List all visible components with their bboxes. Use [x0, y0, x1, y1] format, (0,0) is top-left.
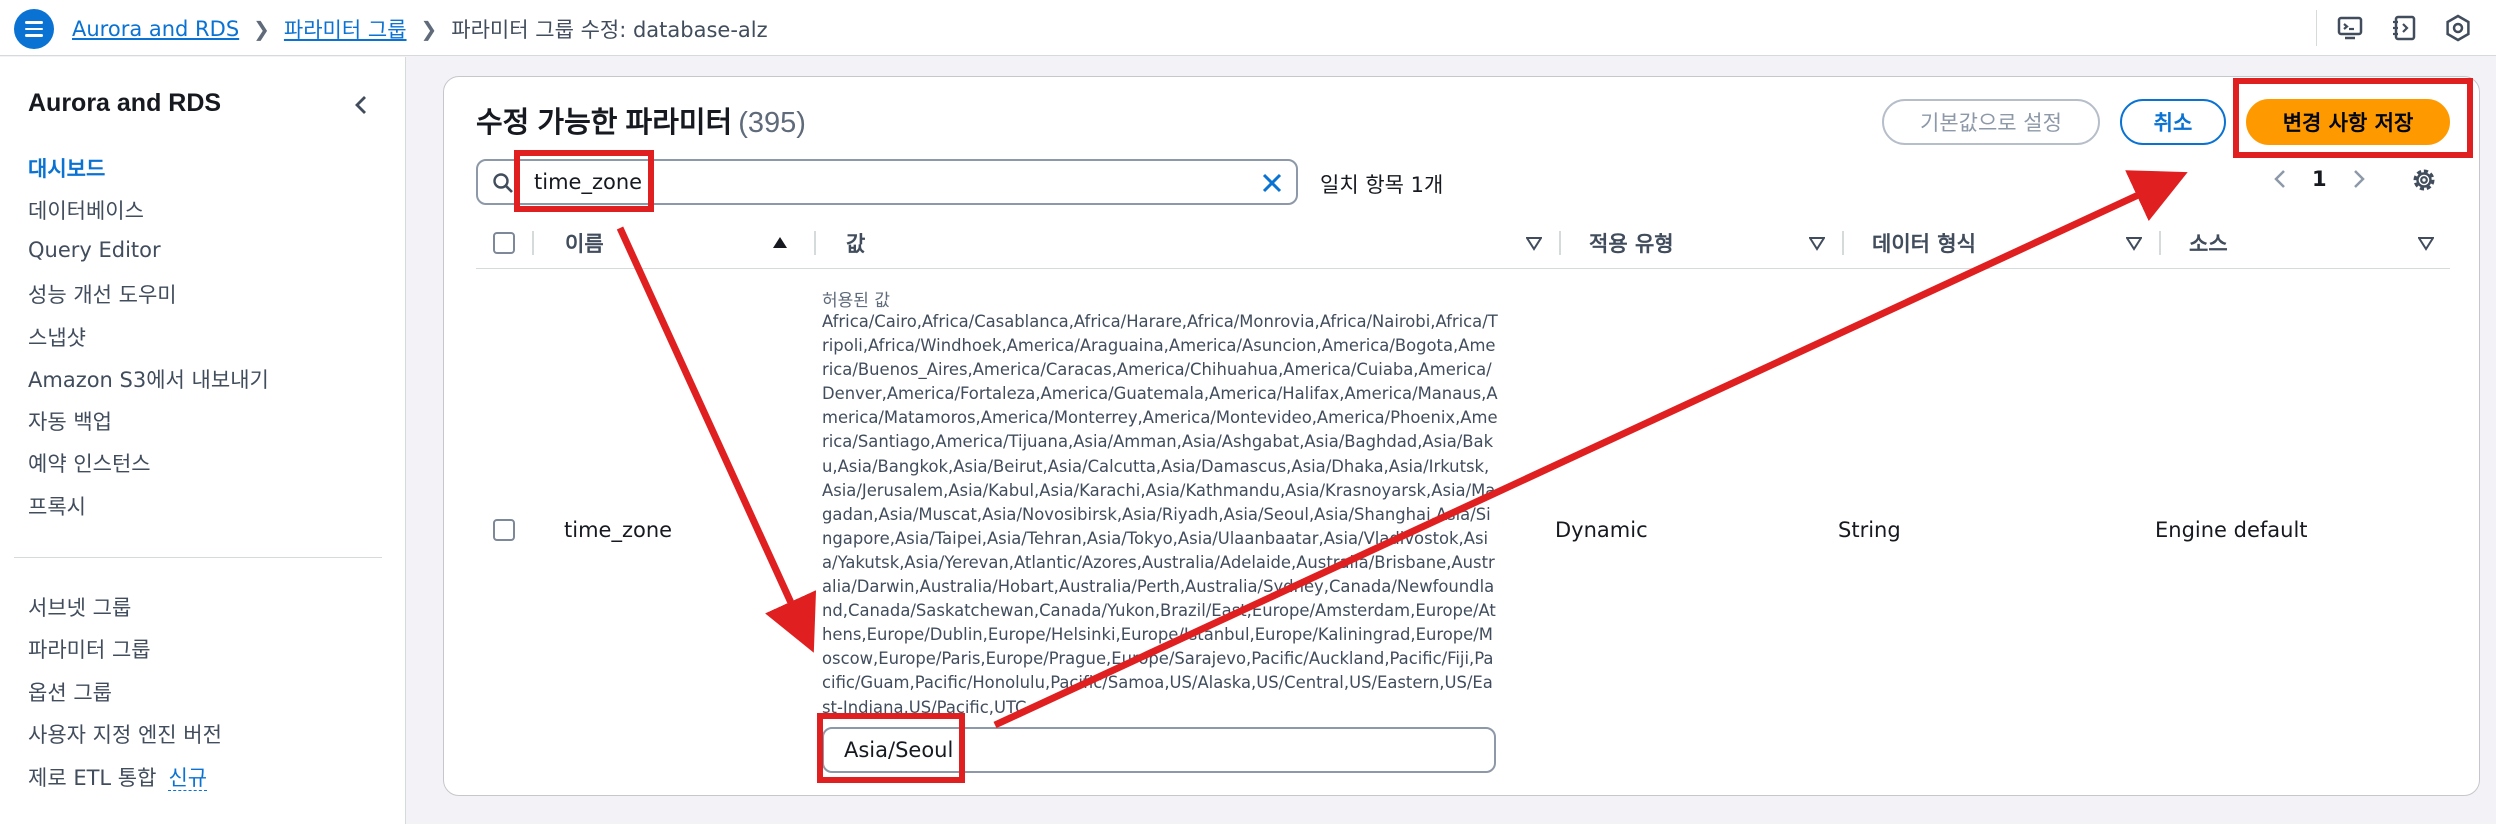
- column-divider: [814, 231, 816, 255]
- sidebar-title: Aurora and RDS: [28, 89, 222, 117]
- sidebar-item-proxies[interactable]: 프록시: [28, 491, 86, 521]
- current-page[interactable]: 1: [2312, 167, 2327, 191]
- row-checkbox[interactable]: [493, 519, 515, 541]
- column-header-data-type[interactable]: 데이터 형식: [1872, 217, 1976, 269]
- sidebar-item-subnet-groups[interactable]: 서브넷 그룹: [28, 592, 131, 622]
- allowed-values-label: 허용된 값: [822, 291, 890, 311]
- previous-page-icon[interactable]: [2270, 167, 2290, 191]
- breadcrumb-parameter-groups[interactable]: 파라미터 그룹: [284, 14, 407, 44]
- column-divider: [1559, 231, 1561, 255]
- chevron-right-icon: ❯: [253, 17, 270, 41]
- next-page-icon[interactable]: [2349, 167, 2369, 191]
- sidebar-item-label: 제로 ETL 통합: [28, 766, 157, 790]
- sort-ascending-icon[interactable]: [772, 235, 788, 251]
- column-header-value[interactable]: 값: [846, 217, 865, 269]
- search-box: [476, 159, 1298, 205]
- sidebar-item-custom-engine-versions[interactable]: 사용자 지정 엔진 버전: [28, 719, 222, 749]
- page-title: 수정 가능한 파라미터 (395): [476, 99, 806, 141]
- sidebar-item-dashboard[interactable]: 대시보드: [28, 153, 105, 183]
- cloudshell-icon[interactable]: [2334, 12, 2366, 44]
- sidebar-item-s3-exports[interactable]: Amazon S3에서 내보내기: [28, 364, 269, 394]
- clear-icon[interactable]: [1260, 171, 1284, 195]
- chevron-left-icon[interactable]: [350, 93, 374, 117]
- column-header-name[interactable]: 이름: [565, 217, 604, 269]
- column-header-apply-type[interactable]: 적용 유형: [1589, 217, 1674, 269]
- top-navigation-bar: Aurora and RDS ❯ 파라미터 그룹 ❯ 파라미터 그룹 수정: d…: [0, 0, 2496, 56]
- apply-type-value: Dynamic: [1555, 518, 1648, 542]
- divider: [2316, 10, 2317, 46]
- divider: [14, 557, 382, 558]
- breadcrumb: Aurora and RDS ❯ 파라미터 그룹 ❯ 파라미터 그룹 수정: d…: [72, 14, 768, 44]
- search-icon: [492, 172, 514, 194]
- search-input[interactable]: [534, 161, 1214, 203]
- column-header-source[interactable]: 소스: [2189, 217, 2228, 269]
- menu-icon[interactable]: [14, 9, 54, 49]
- sort-icon[interactable]: [1525, 235, 1543, 251]
- sidebar-item-zero-etl[interactable]: 제로 ETL 통합 신규: [28, 762, 208, 792]
- sidebar: Aurora and RDS 대시보드 데이터베이스 Query Editor …: [0, 57, 406, 824]
- reset-defaults-button[interactable]: 기본값으로 설정: [1882, 99, 2100, 145]
- table-header: 이름 값 적용 유형 데이터 형식 소스: [476, 217, 2450, 269]
- sort-icon[interactable]: [2417, 235, 2435, 251]
- notifications-icon[interactable]: [2388, 12, 2420, 44]
- cancel-button[interactable]: 취소: [2120, 99, 2226, 145]
- allowed-values-text: Africa/Cairo,Africa/Casablanca,Africa/Ha…: [822, 312, 1498, 717]
- parameter-name: time_zone: [564, 518, 673, 542]
- panel-title-text: 수정 가능한 파라미터: [476, 107, 733, 139]
- column-divider: [532, 231, 534, 255]
- match-count: 일치 항목 1개: [1320, 173, 1444, 197]
- pagination: 1: [2270, 167, 2369, 191]
- column-divider: [2159, 231, 2161, 255]
- breadcrumb-current: 파라미터 그룹 수정: database-alz: [451, 18, 768, 42]
- breadcrumb-aurora-rds[interactable]: Aurora and RDS: [72, 17, 239, 41]
- parameter-value-input[interactable]: [822, 727, 1496, 773]
- new-badge: 신규: [168, 766, 208, 791]
- data-type-value: String: [1838, 518, 1901, 542]
- sort-icon[interactable]: [2125, 235, 2143, 251]
- select-all-checkbox[interactable]: [493, 232, 515, 254]
- sort-icon[interactable]: [1808, 235, 1826, 251]
- sidebar-item-query-editor[interactable]: Query Editor: [28, 238, 161, 262]
- top-right-tools: [2334, 12, 2496, 44]
- save-changes-button[interactable]: 변경 사항 저장: [2246, 99, 2450, 145]
- sidebar-item-option-groups[interactable]: 옵션 그룹: [28, 677, 112, 707]
- settings-icon[interactable]: [2442, 12, 2474, 44]
- table-settings-icon[interactable]: [2410, 166, 2438, 194]
- sidebar-item-reserved-instances[interactable]: 예약 인스턴스: [28, 448, 151, 478]
- parameter-count: (395): [738, 107, 806, 139]
- chevron-right-icon: ❯: [420, 17, 438, 41]
- sidebar-item-parameter-groups[interactable]: 파라미터 그룹: [28, 634, 151, 664]
- source-value: Engine default: [2155, 518, 2308, 542]
- sidebar-item-snapshots[interactable]: 스냅샷: [28, 322, 86, 352]
- sidebar-item-databases[interactable]: 데이터베이스: [28, 195, 144, 225]
- sidebar-item-automated-backups[interactable]: 자동 백업: [28, 406, 112, 436]
- sidebar-item-performance-insights[interactable]: 성능 개선 도우미: [28, 279, 177, 309]
- column-divider: [1842, 231, 1844, 255]
